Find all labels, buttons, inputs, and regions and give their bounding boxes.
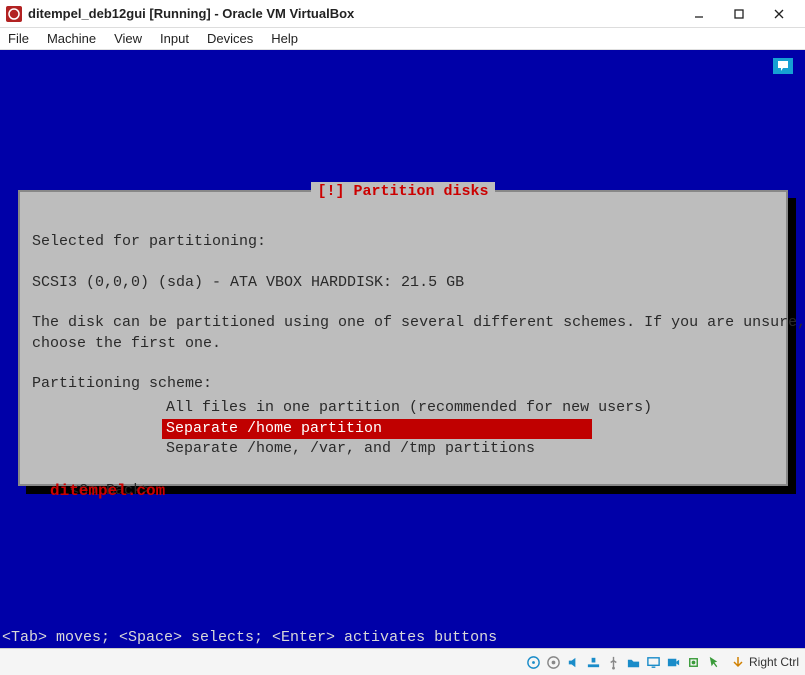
vm-display[interactable]: [!] Partition disks Selected for partiti… <box>0 50 805 648</box>
dialog-line: choose the first one. <box>32 335 221 352</box>
menu-file[interactable]: File <box>8 31 29 46</box>
harddisk-icon[interactable] <box>525 654 542 671</box>
scheme-option-all-one[interactable]: All files in one partition (recommended … <box>162 398 774 418</box>
close-button[interactable] <box>759 1 799 27</box>
scheme-options: All files in one partition (recommended … <box>162 398 774 459</box>
dialog-line: SCSI3 (0,0,0) (sda) - ATA VBOX HARDDISK:… <box>32 274 464 291</box>
menu-view[interactable]: View <box>114 31 142 46</box>
cpu-icon[interactable] <box>685 654 702 671</box>
minimize-button[interactable] <box>679 1 719 27</box>
dialog-body: Selected for partitioning: SCSI3 (0,0,0)… <box>32 212 774 394</box>
dialog-line: Partitioning scheme: <box>32 375 212 392</box>
window-title: ditempel_deb12gui [Running] - Oracle VM … <box>28 6 679 21</box>
recording-icon[interactable] <box>665 654 682 671</box>
host-key-label: Right Ctrl <box>749 655 799 669</box>
host-key-indicator[interactable]: Right Ctrl <box>731 655 799 669</box>
dialog-title: [!] Partition disks <box>311 182 494 202</box>
menu-machine[interactable]: Machine <box>47 31 96 46</box>
scheme-option-separate-home[interactable]: Separate /home partition <box>162 419 592 439</box>
usb-icon[interactable] <box>605 654 622 671</box>
menu-input[interactable]: Input <box>160 31 189 46</box>
dialog-line: The disk can be partitioned using one of… <box>32 314 805 331</box>
dialog-wrap: [!] Partition disks Selected for partiti… <box>18 190 788 486</box>
scheme-option-separate-home-var-tmp[interactable]: Separate /home, /var, and /tmp partition… <box>162 439 774 459</box>
dialog-line: Selected for partitioning: <box>32 233 266 250</box>
statusbar: Right Ctrl <box>0 648 805 675</box>
virtualbox-icon <box>6 6 22 22</box>
menu-help[interactable]: Help <box>271 31 298 46</box>
optical-icon[interactable] <box>545 654 562 671</box>
console: [!] Partition disks Selected for partiti… <box>0 50 805 648</box>
window-caption-buttons <box>679 1 799 27</box>
mouse-integration-icon[interactable] <box>705 654 722 671</box>
partition-dialog: [!] Partition disks Selected for partiti… <box>18 190 788 486</box>
help-line: <Tab> moves; <Space> selects; <Enter> ac… <box>0 629 501 648</box>
maximize-button[interactable] <box>719 1 759 27</box>
key-down-icon <box>731 655 745 669</box>
go-back-button[interactable]: <Go Back> <box>70 481 774 501</box>
menubar: File Machine View Input Devices Help <box>0 28 805 50</box>
titlebar: ditempel_deb12gui [Running] - Oracle VM … <box>0 0 805 28</box>
menu-devices[interactable]: Devices <box>207 31 253 46</box>
audio-icon[interactable] <box>565 654 582 671</box>
shared-folder-icon[interactable] <box>625 654 642 671</box>
display-icon[interactable] <box>645 654 662 671</box>
network-icon[interactable] <box>585 654 602 671</box>
watermark: ditempel.com <box>50 482 165 500</box>
dialog-title-row: [!] Partition disks <box>20 182 786 202</box>
